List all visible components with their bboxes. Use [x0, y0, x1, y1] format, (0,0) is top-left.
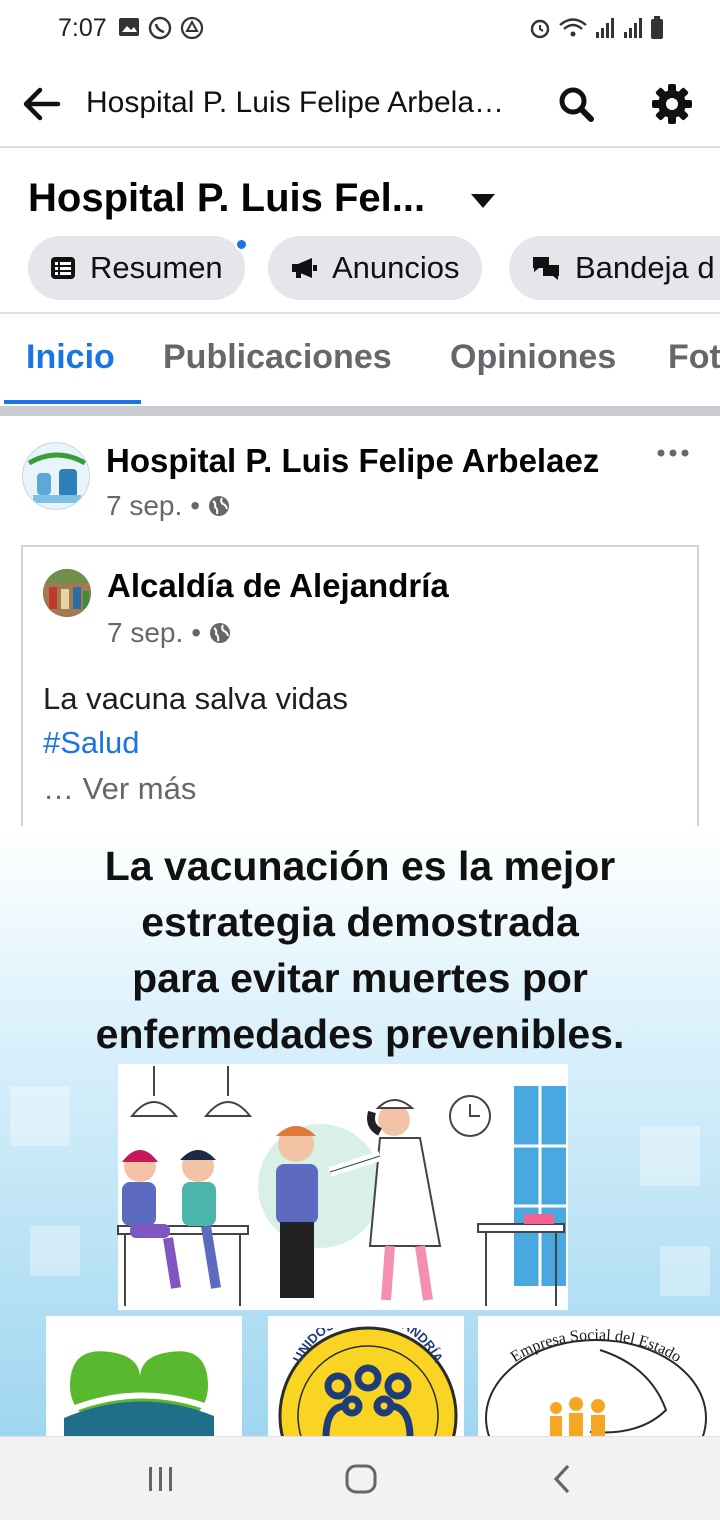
alarm-icon: [530, 19, 550, 39]
shared-meta: 7 sep. •: [107, 617, 231, 649]
back-nav-icon[interactable]: [550, 1463, 574, 1495]
chip-label: Resumen: [90, 250, 223, 285]
wifi-icon: [559, 18, 587, 37]
shared-text: La vacuna salva vidas: [43, 681, 349, 716]
notification-dot: [235, 238, 248, 251]
notification-icons: [118, 16, 204, 40]
chip-anuncios[interactable]: Anuncios: [268, 236, 482, 300]
page-tabs: Inicio Publicaciones Opiniones Fot: [0, 314, 720, 406]
post-header: Hospital P. Luis Felipe Arbelaez 7 sep. …: [0, 416, 720, 546]
headline-line: para evitar muertes por: [132, 955, 588, 1001]
logo-ese-text: Empresa Social del Estado: [508, 1327, 685, 1366]
meta-separator: •: [191, 617, 202, 648]
shared-post[interactable]: Alcaldía de Alejandría 7 sep. • La vacun…: [21, 545, 699, 845]
page-name[interactable]: Hospital P. Luis Fel...: [28, 176, 425, 221]
back-arrow-icon[interactable]: [22, 84, 62, 124]
app-bar-title: Hospital P. Luis Felipe Arbela…: [86, 86, 505, 119]
chat-bubbles-icon: [531, 255, 561, 281]
svg-text:Empresa Social del Estado: Empresa Social del Estado: [508, 1327, 685, 1366]
section-divider: [0, 406, 720, 416]
post-image[interactable]: La vacunación es la mejor estrategia dem…: [0, 826, 720, 1438]
signal-icon: [596, 18, 614, 38]
status-time: 7:07: [58, 14, 107, 42]
tab-fotos[interactable]: Fot: [668, 338, 720, 377]
more-options-icon[interactable]: [656, 448, 690, 458]
see-more-link[interactable]: … Ver más: [43, 771, 196, 807]
shared-avatar[interactable]: [43, 569, 91, 617]
shared-date[interactable]: 7 sep.: [107, 617, 183, 649]
list-icon: [50, 256, 76, 280]
globe-icon: [210, 623, 231, 643]
meta-separator: •: [190, 490, 201, 521]
image-headline: La vacunación es la mejor estrategia dem…: [0, 838, 720, 1062]
headline-line: estrategia demostrada: [141, 899, 579, 945]
chip-label: Bandeja d: [575, 250, 715, 285]
caret-down-icon[interactable]: [470, 192, 496, 210]
active-tab-indicator: [4, 400, 141, 404]
gear-icon[interactable]: [650, 82, 694, 126]
logo-unidos-text: UNIDOS POR ALEJANDRÍA: [290, 1328, 447, 1365]
avatar[interactable]: [22, 442, 90, 510]
tab-publicaciones[interactable]: Publicaciones: [163, 338, 392, 377]
recent-apps-icon[interactable]: [146, 1465, 176, 1493]
page-header: Hospital P. Luis Fel... Resumen Anuncios…: [0, 148, 720, 314]
drive-icon: [180, 16, 204, 40]
battery-icon: [651, 16, 663, 39]
system-icons: [528, 16, 664, 40]
logo-unidos-label: UNIDOS POR ALEJANDRÍA: [290, 1328, 447, 1365]
status-bar: 7:07: [0, 0, 720, 60]
app-bar: Hospital P. Luis Felipe Arbela…: [0, 60, 720, 148]
chip-label: Anuncios: [332, 250, 460, 285]
post-author[interactable]: Hospital P. Luis Felipe Arbelaez: [106, 442, 599, 480]
svg-text:UNIDOS POR ALEJANDRÍA: UNIDOS POR ALEJANDRÍA: [290, 1328, 447, 1365]
whatsapp-icon: [148, 16, 172, 40]
globe-icon: [209, 496, 230, 516]
shared-author[interactable]: Alcaldía de Alejandría: [107, 567, 449, 605]
chip-resumen[interactable]: Resumen: [28, 236, 245, 300]
home-icon[interactable]: [344, 1463, 378, 1495]
headline-line: La vacunación es la mejor: [104, 843, 616, 889]
hashtag-link[interactable]: #Salud: [43, 725, 140, 761]
megaphone-icon: [290, 256, 318, 280]
chip-bandeja[interactable]: Bandeja d: [509, 236, 720, 300]
headline-line: enfermedades prevenibles.: [95, 1011, 625, 1057]
tab-opiniones[interactable]: Opiniones: [450, 338, 616, 377]
post-meta: 7 sep. •: [106, 490, 230, 522]
signal-icon-2: [624, 18, 642, 38]
system-nav-bar: [0, 1436, 720, 1520]
post-date[interactable]: 7 sep.: [106, 490, 182, 522]
tab-inicio[interactable]: Inicio: [26, 338, 115, 377]
gallery-icon: [119, 18, 139, 36]
logo-ese-label: Empresa Social del Estado: [508, 1327, 685, 1366]
search-icon[interactable]: [556, 84, 596, 124]
